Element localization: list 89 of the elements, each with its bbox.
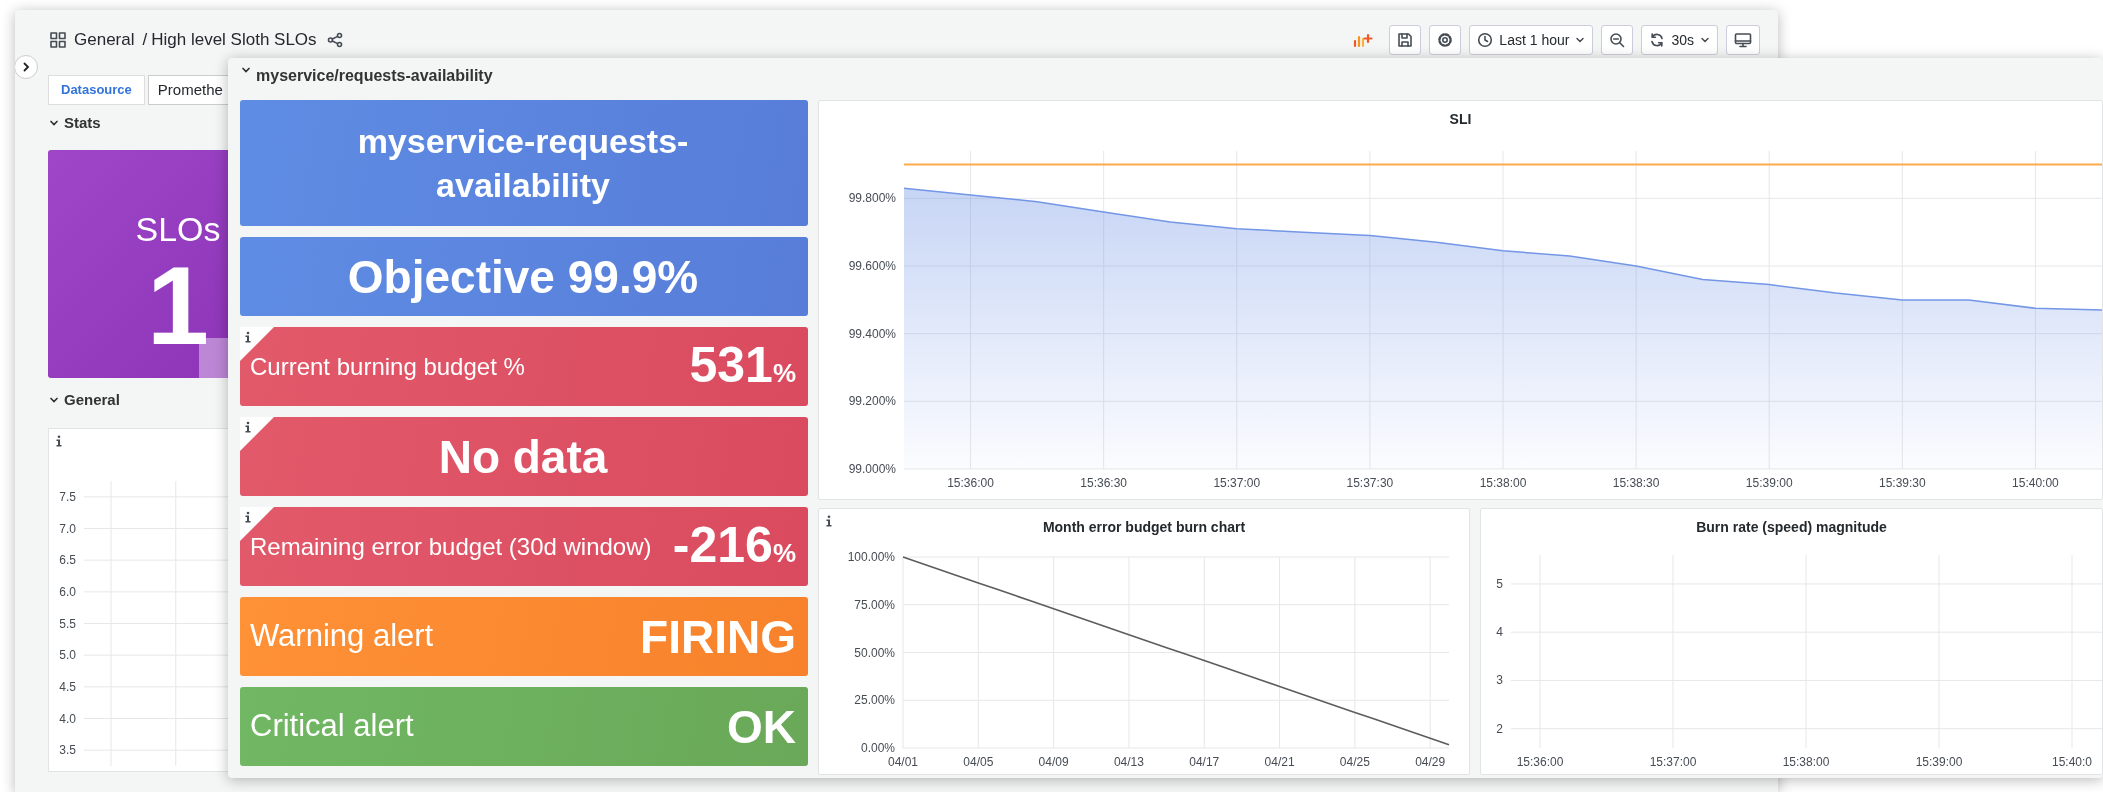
folder-link[interactable]: General	[74, 27, 135, 53]
axis-tick-label: 7.0	[59, 521, 76, 536]
variable-label: Datasource	[48, 75, 145, 105]
monitor-icon	[1734, 32, 1752, 48]
axis-tick-label: 04/01	[888, 755, 918, 769]
caret-icon	[1700, 35, 1710, 45]
panel-title: Month error budget burn chart	[1042, 517, 1246, 537]
stat-value: OK	[727, 703, 796, 750]
stat-label: Current burning budget %	[250, 351, 525, 382]
stat-label: Warning alert	[250, 617, 434, 656]
axis-tick-label: 15:37:30	[1346, 476, 1394, 490]
zoom-out-icon	[1609, 32, 1626, 48]
axis-tick-label: 0.00%	[860, 741, 895, 755]
settings-button[interactable]	[1429, 25, 1462, 55]
share-icon[interactable]	[326, 32, 343, 48]
axis-tick-label: 15:36:30	[1080, 476, 1128, 490]
chevron-right-icon	[21, 62, 31, 72]
stat-value: No data	[438, 433, 608, 480]
axis-tick-label: 99.800%	[848, 191, 896, 206]
axis-tick-label: 99.200%	[848, 394, 896, 409]
axis-tick-label: 04/13	[1113, 755, 1144, 769]
axis-tick-label: 04/21	[1264, 755, 1295, 769]
axis-tick-label: 04/29	[1415, 755, 1446, 769]
panel-title: Burn rate (speed) magnitude	[1696, 517, 1887, 537]
axis-tick-label: 2	[1496, 721, 1503, 736]
axis-tick-label: 4.0	[59, 711, 76, 726]
stat-value: 531	[689, 340, 773, 390]
unit-label: %	[772, 538, 796, 570]
time-range-button[interactable]: Last 1 hour	[1469, 25, 1594, 55]
stat-value: myservice-requests-availability	[356, 120, 690, 206]
refresh-icon	[1649, 32, 1666, 48]
refresh-button[interactable]: 30s	[1641, 25, 1718, 55]
axis-tick-label: 15:38:00	[1479, 476, 1527, 490]
stat-value: FIRING	[640, 613, 796, 660]
axis-tick-label: 100.00%	[847, 550, 895, 564]
axis-tick-label: 04/09	[1038, 755, 1069, 769]
axis-tick-label: 4	[1496, 625, 1503, 640]
grid-icon	[50, 32, 66, 48]
axis-tick-label: 99.600%	[848, 259, 896, 273]
axis-tick-label: 5.5	[59, 616, 76, 631]
tv-mode-button[interactable]	[1726, 25, 1760, 55]
dashboard-title: High level Sloth SLOs	[151, 29, 317, 52]
expand-sidebar-button[interactable]	[15, 55, 38, 79]
axis-tick-label: 99.400%	[848, 326, 896, 341]
axis-tick-label: 04/25	[1339, 755, 1370, 769]
axis-tick-label: 15:38:30	[1612, 476, 1660, 490]
axis-tick-label: 15:40:0	[2052, 755, 2092, 769]
breadcrumb-separator: /	[142, 29, 148, 52]
stat-value: 1	[146, 250, 210, 362]
save-icon	[1397, 32, 1414, 48]
panel-title: SLI	[1449, 109, 1472, 129]
axis-tick-label: 50.00%	[854, 645, 895, 660]
unit-label: %	[772, 358, 796, 390]
stat-label: Critical alert	[250, 707, 414, 746]
row-title[interactable]: General	[64, 388, 120, 412]
axis-tick-label: 99.000%	[848, 462, 896, 476]
clock-icon	[1477, 32, 1494, 48]
stat-label: Remaining error budget (30d window)	[250, 531, 652, 562]
axis-tick-label: 75.00%	[854, 597, 895, 612]
axis-tick-label: 15:37:00	[1649, 755, 1697, 769]
axis-tick-label: 15:39:00	[1745, 476, 1793, 490]
settings-icon	[1437, 32, 1454, 48]
axis-tick-label: 15:39:30	[1878, 476, 1926, 490]
row-title[interactable]: myservice/requests-availability	[256, 64, 493, 88]
axis-tick-label: 15:38:00	[1782, 755, 1830, 769]
axis-tick-label: 5.0	[59, 648, 76, 663]
axis-tick-label: 15:40:00	[2012, 476, 2059, 490]
axis-tick-label: 15:36:00	[1516, 755, 1564, 769]
axis-tick-label: 6.0	[59, 584, 76, 599]
datasource-select[interactable]: Promethe	[147, 75, 230, 105]
stat-title: SLOs	[135, 212, 221, 246]
bar-chart-plus-icon	[1353, 32, 1374, 48]
caret-icon	[1575, 35, 1586, 45]
save-button[interactable]	[1389, 25, 1422, 55]
zoom-out-button[interactable]	[1601, 25, 1634, 55]
axis-tick-label: 7.5	[59, 489, 76, 504]
axis-tick-label: 15:36:00	[947, 476, 994, 490]
axis-tick-label: 04/05	[963, 755, 994, 769]
axis-tick-label: 4.5	[59, 679, 76, 694]
axis-tick-label: 15:37:00	[1213, 476, 1261, 490]
axis-tick-label: 3	[1496, 673, 1503, 688]
axis-tick-label: 15:39:00	[1915, 755, 1963, 769]
axis-tick-label: 5	[1496, 576, 1503, 591]
axis-tick-label: 04/17	[1189, 755, 1220, 769]
axis-tick-label: 3.5	[59, 743, 76, 758]
axis-tick-label: 6.5	[59, 553, 76, 568]
axis-tick-label: 25.00%	[854, 693, 895, 708]
stat-value: -216	[672, 520, 773, 570]
row-title[interactable]: Stats	[64, 111, 101, 135]
